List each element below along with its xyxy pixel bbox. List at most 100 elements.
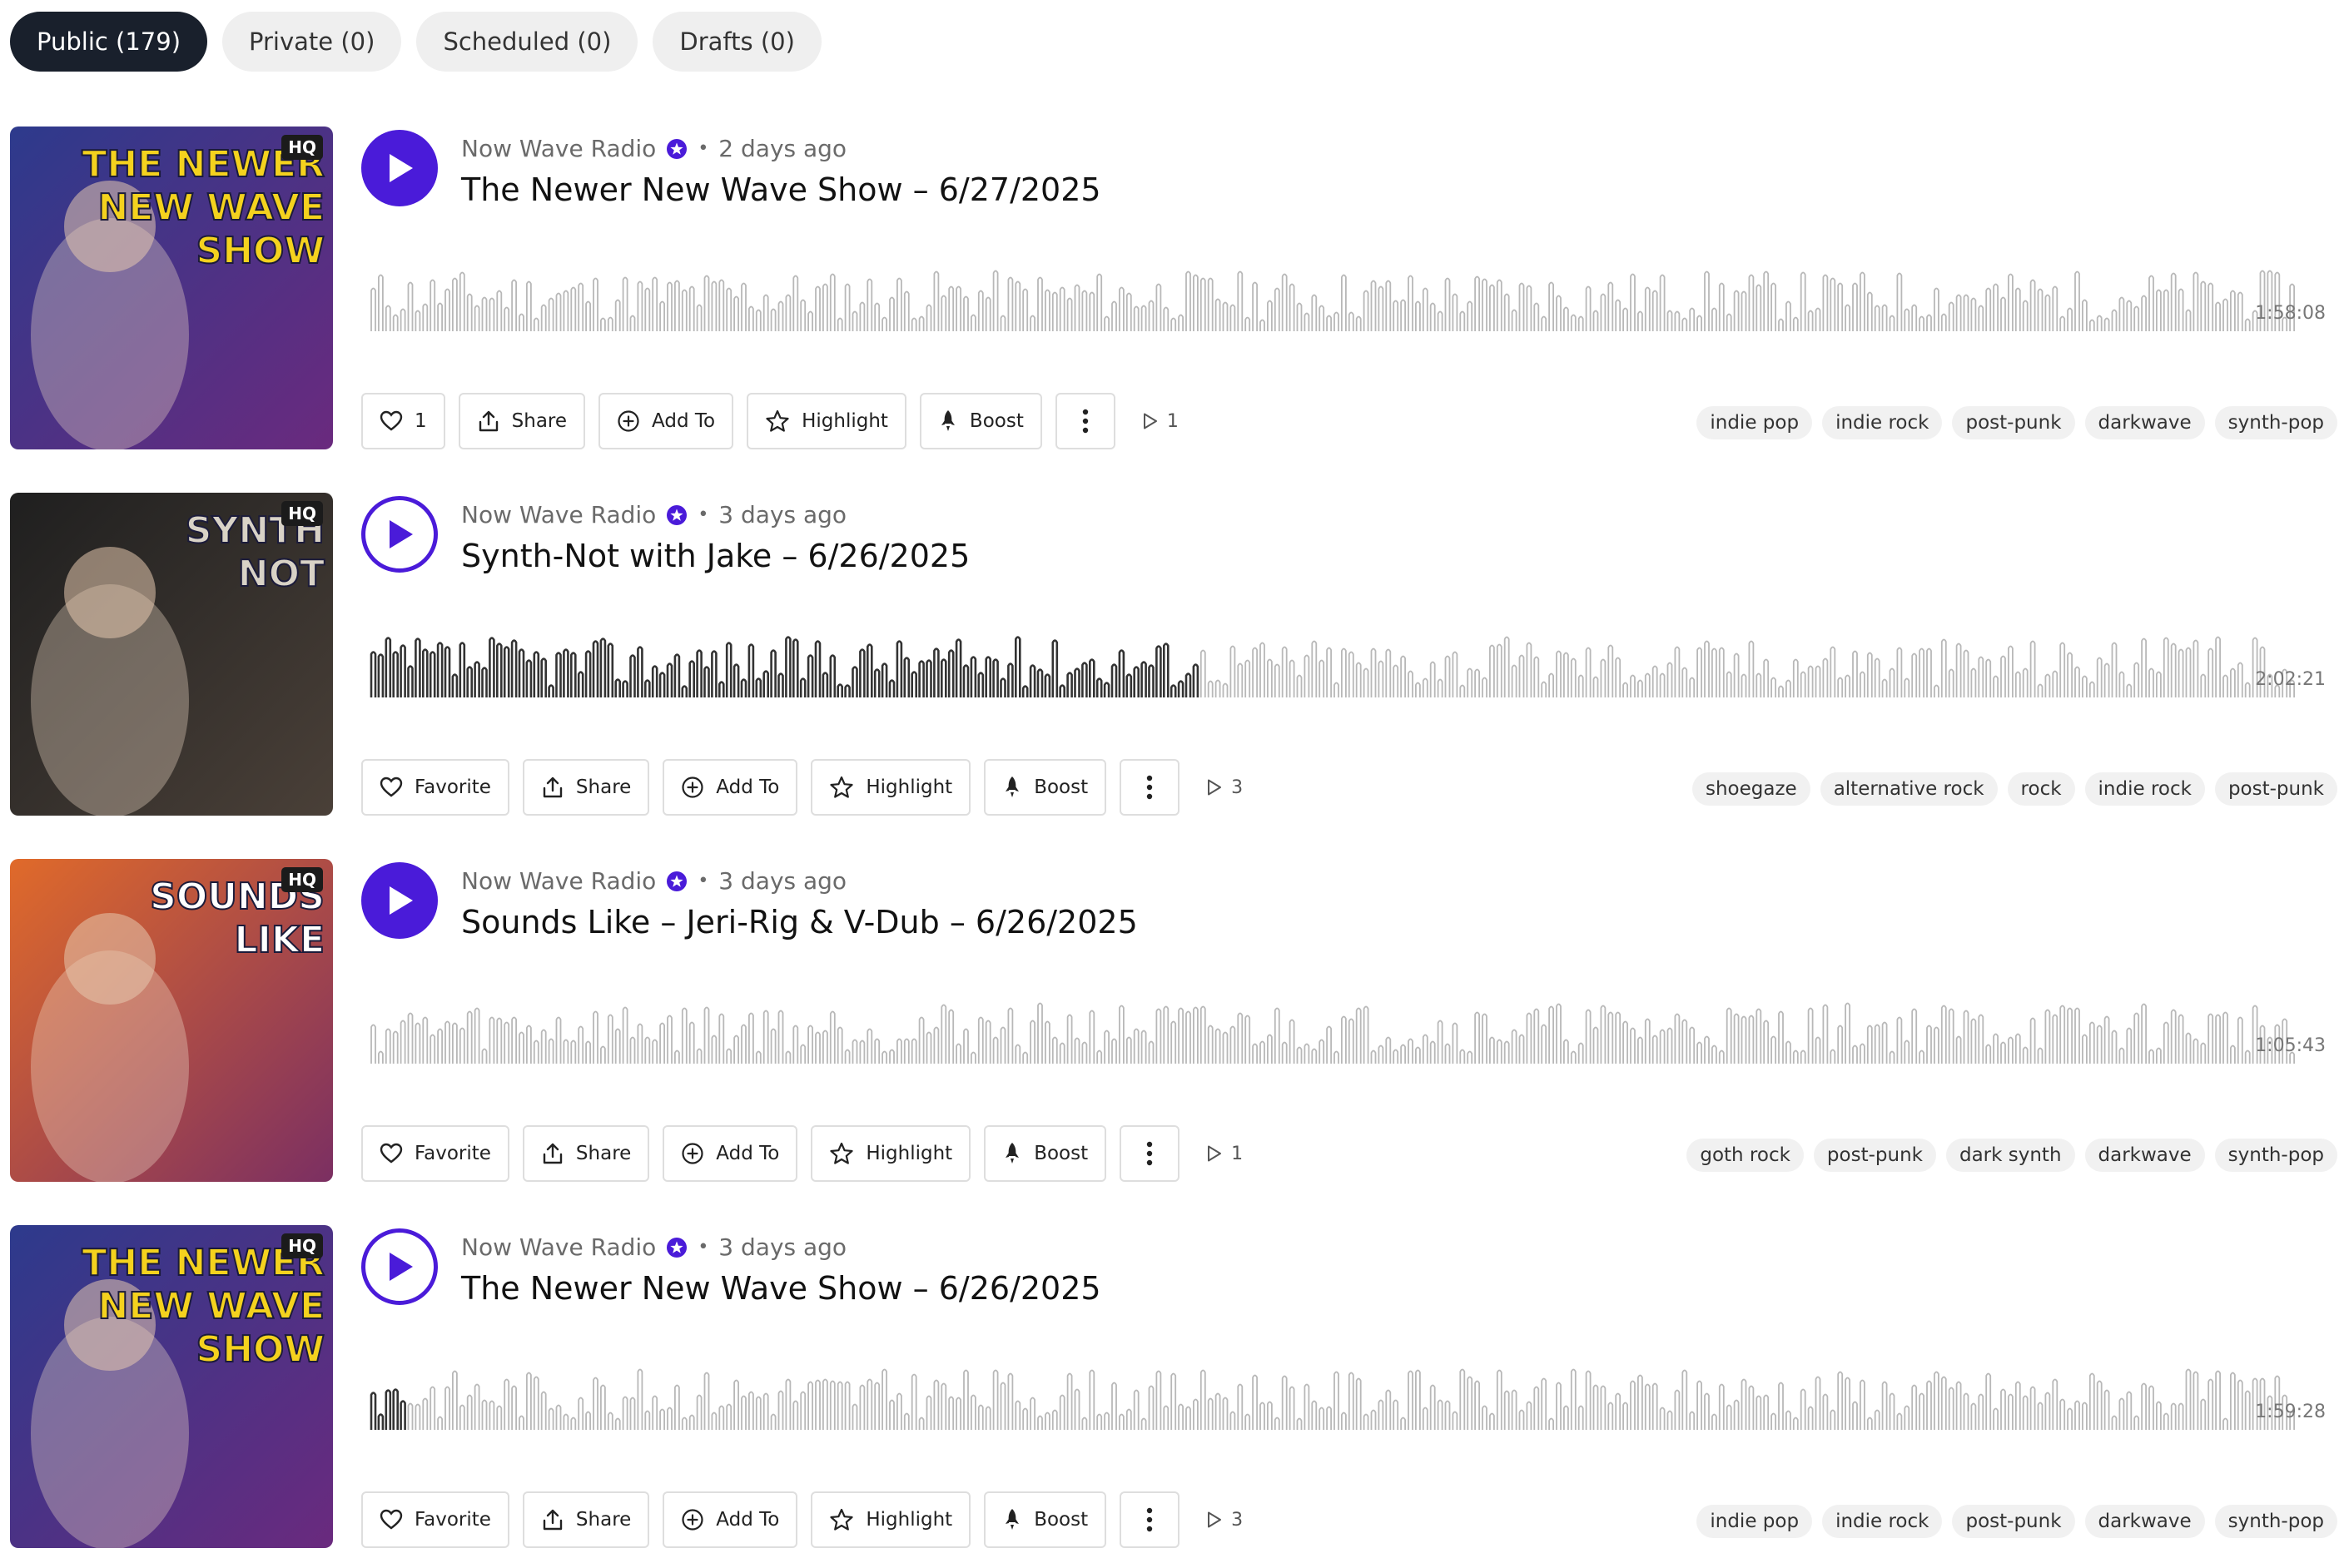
waveform[interactable]: [366, 1000, 2310, 1067]
genre-tag[interactable]: shoegaze: [1691, 772, 1810, 806]
waveform-bar: [1408, 1038, 1413, 1064]
waveform[interactable]: [366, 634, 2310, 701]
waveform-bar: [1585, 647, 1592, 697]
genre-tag[interactable]: indie rock: [1822, 406, 1943, 439]
boost-button[interactable]: Boost: [919, 393, 1042, 449]
waveform-bar: [607, 1412, 613, 1430]
tab-scheduled[interactable]: Scheduled (0): [416, 12, 638, 72]
waveform-bar: [2126, 1027, 2133, 1064]
genre-tag[interactable]: indie rock: [1822, 1505, 1943, 1538]
cover-art[interactable]: THE NEWER NEW WAVE SHOW HQ: [10, 1225, 333, 1548]
favorite-button[interactable]: Favorite: [361, 759, 509, 816]
add-to-button[interactable]: Add To: [663, 759, 798, 816]
play-button[interactable]: [361, 130, 438, 206]
more-options-button[interactable]: [1120, 1125, 1180, 1182]
channel-name[interactable]: Now Wave Radio: [461, 501, 656, 528]
channel-name[interactable]: Now Wave Radio: [461, 867, 656, 895]
genre-tag[interactable]: indie rock: [2084, 772, 2205, 806]
cover-art[interactable]: THE NEWER NEW WAVE SHOW HQ: [10, 127, 333, 449]
waveform-bar: [1807, 310, 1814, 331]
highlight-button[interactable]: Highlight: [811, 1491, 971, 1548]
waveform-bar: [1482, 1013, 1487, 1064]
cover-art[interactable]: SOUNDS LIKE HQ: [10, 859, 333, 1182]
waveform-bar: [681, 289, 688, 331]
channel-name[interactable]: Now Wave Radio: [461, 1233, 656, 1261]
share-icon: [479, 410, 498, 432]
waveform-bar: [526, 1372, 532, 1430]
waveform-bar: [1444, 1400, 1451, 1430]
tab-private[interactable]: Private (0): [222, 12, 402, 72]
genre-tag[interactable]: goth rock: [1686, 1139, 1804, 1172]
waveform-bar: [762, 294, 769, 331]
waveform-bar: [1459, 1049, 1466, 1064]
waveform-bar: [1792, 1049, 1799, 1064]
favorite-button[interactable]: 1: [361, 393, 445, 449]
play-button[interactable]: [361, 862, 438, 939]
genre-tag[interactable]: darkwave: [2084, 406, 2205, 439]
genre-tag[interactable]: synth-pop: [2214, 1505, 2337, 1538]
add-to-button[interactable]: Add To: [663, 1491, 798, 1548]
boost-button[interactable]: Boost: [984, 1491, 1107, 1548]
waveform-bar: [2141, 295, 2147, 331]
waveform-bar: [1496, 1369, 1502, 1430]
waveform-bar: [533, 317, 539, 331]
track-title[interactable]: Synth-Not with Jake – 6/26/2025: [461, 538, 970, 574]
favorite-button[interactable]: Favorite: [361, 1491, 509, 1548]
cover-art[interactable]: SYNTH NOT HQ: [10, 493, 333, 816]
genre-tag[interactable]: dark synth: [1945, 1139, 2075, 1172]
share-button[interactable]: Share: [458, 393, 586, 449]
highlight-button[interactable]: Highlight: [811, 759, 971, 816]
more-options-button[interactable]: [1055, 393, 1115, 449]
genre-tag[interactable]: synth-pop: [2214, 1139, 2337, 1172]
play-button[interactable]: [361, 496, 438, 573]
share-button[interactable]: Share: [522, 1491, 650, 1548]
share-button[interactable]: Share: [522, 1125, 650, 1182]
waveform-bar: [1378, 285, 1384, 331]
waveform-bar: [1526, 642, 1532, 697]
share-button[interactable]: Share: [522, 759, 650, 816]
waveform-bar: [1637, 310, 1643, 331]
genre-tag[interactable]: post-punk: [1952, 1505, 2075, 1538]
track-title[interactable]: The Newer New Wave Show – 6/27/2025: [461, 171, 1101, 208]
genre-tag[interactable]: post-punk: [1952, 406, 2075, 439]
genre-tag[interactable]: post-punk: [1813, 1139, 1936, 1172]
tab-public[interactable]: Public (179): [10, 12, 208, 72]
favorite-button[interactable]: Favorite: [361, 1125, 509, 1182]
waveform-bar: [1489, 1036, 1495, 1064]
genre-tag[interactable]: indie pop: [1696, 406, 1813, 439]
waveform-bar: [2215, 636, 2221, 697]
waveform[interactable]: [366, 268, 2310, 335]
highlight-button[interactable]: Highlight: [811, 1125, 971, 1182]
genre-tag[interactable]: synth-pop: [2214, 406, 2337, 439]
waveform-bar: [1229, 304, 1236, 331]
track-title[interactable]: Sounds Like – Jeri-Rig & V-Dub – 6/26/20…: [461, 904, 1138, 940]
genre-tag[interactable]: rock: [2007, 772, 2075, 806]
waveform[interactable]: [366, 1367, 2310, 1433]
tab-drafts[interactable]: Drafts (0): [653, 12, 822, 72]
track-meta: Now Wave Radio • 3 days ago: [461, 867, 847, 895]
waveform-bar: [1178, 1403, 1184, 1430]
waveform-bar: [629, 1036, 636, 1064]
more-options-button[interactable]: [1120, 759, 1180, 816]
genre-tag[interactable]: post-punk: [2214, 772, 2337, 806]
waveform-bar: [667, 1015, 673, 1064]
waveform-bar: [1748, 640, 1755, 697]
waveform-bar: [1815, 1036, 1821, 1064]
genre-tag[interactable]: indie pop: [1696, 1505, 1813, 1538]
channel-name[interactable]: Now Wave Radio: [461, 135, 656, 162]
genre-tag[interactable]: darkwave: [2084, 1505, 2205, 1538]
genre-tag[interactable]: darkwave: [2084, 1139, 2205, 1172]
waveform-bar: [1244, 1015, 1251, 1064]
highlight-button[interactable]: Highlight: [747, 393, 906, 449]
add-to-button[interactable]: Add To: [598, 393, 734, 449]
play-button[interactable]: [361, 1228, 438, 1305]
add-to-button[interactable]: Add To: [663, 1125, 798, 1182]
waveform-bar: [1681, 667, 1688, 697]
waveform-bar: [896, 1038, 902, 1064]
waveform-bar: [1556, 1382, 1562, 1430]
more-options-button[interactable]: [1120, 1491, 1180, 1548]
boost-button[interactable]: Boost: [984, 759, 1107, 816]
track-title[interactable]: The Newer New Wave Show – 6/26/2025: [461, 1270, 1101, 1307]
genre-tag[interactable]: alternative rock: [1820, 772, 1998, 806]
boost-button[interactable]: Boost: [984, 1125, 1107, 1182]
